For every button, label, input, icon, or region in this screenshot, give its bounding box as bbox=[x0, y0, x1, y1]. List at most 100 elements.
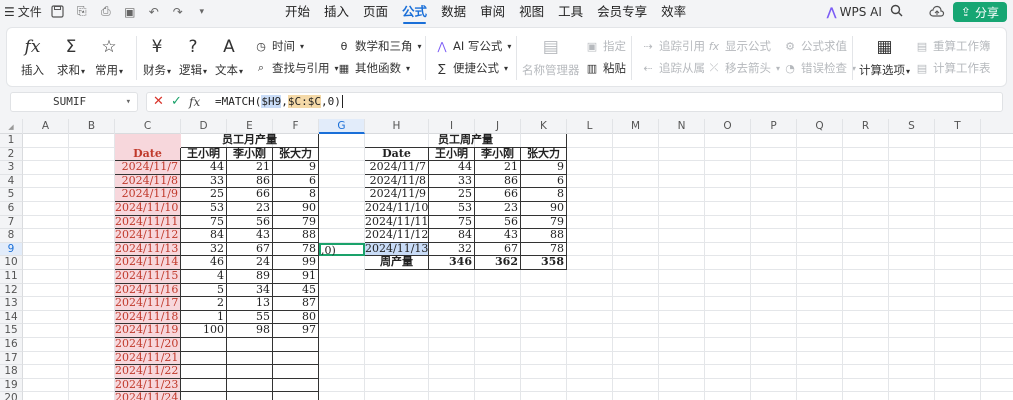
column-header-D[interactable]: D bbox=[181, 119, 227, 134]
column-header-A[interactable]: A bbox=[23, 119, 69, 134]
date-cell[interactable]: 2024/11/8 bbox=[115, 174, 181, 189]
name-box[interactable]: SUMIF ▾ bbox=[10, 92, 138, 112]
date-cell[interactable]: 2024/11/23 bbox=[115, 378, 181, 393]
undo-icon[interactable]: ↶ bbox=[146, 4, 162, 20]
menu-tab-9[interactable]: 效率 bbox=[654, 3, 693, 21]
column-header-S[interactable]: S bbox=[889, 119, 935, 134]
date-cell[interactable]: 2024/11/22 bbox=[115, 365, 181, 379]
finance-functions-button[interactable]: ¥ 财务▾ bbox=[143, 36, 171, 78]
value-cell[interactable]: 79 bbox=[273, 215, 319, 230]
table-header[interactable]: 李小刚 bbox=[475, 147, 521, 162]
value-cell[interactable] bbox=[181, 378, 227, 393]
value-cell[interactable]: 1 bbox=[181, 310, 227, 325]
column-header-M[interactable]: M bbox=[613, 119, 659, 134]
common-functions-button[interactable]: ☆ 常用▾ bbox=[95, 36, 123, 78]
evaluate-formula-button[interactable]: ⚙ 公式求值 bbox=[783, 38, 847, 54]
spreadsheet-grid[interactable]: ◢ ABCDEFGHIJKLMNOPQRST 1 2 3 4 5 6 7 8 9 10 11 12 13… bbox=[0, 119, 1013, 400]
time-functions-button[interactable]: ◷ 时间 ▾ bbox=[254, 38, 304, 54]
print-icon[interactable]: ⎙ bbox=[98, 4, 114, 20]
select-all-corner[interactable]: ◢ bbox=[0, 119, 23, 134]
trace-dependents-button[interactable]: ⇠ 追踪从属 bbox=[641, 60, 705, 76]
table-header[interactable]: Date bbox=[115, 147, 181, 162]
value-cell[interactable]: 25 bbox=[181, 188, 227, 202]
value-cell[interactable]: 6 bbox=[273, 174, 319, 189]
value-cell[interactable] bbox=[227, 365, 273, 379]
value-cell[interactable]: 44 bbox=[181, 161, 227, 175]
quick-formula-button[interactable]: ∑ 便捷公式 ▾ bbox=[435, 60, 508, 76]
value-cell[interactable] bbox=[273, 338, 319, 352]
calculation-options-button[interactable]: ▦ 计算选项▾ bbox=[859, 36, 910, 78]
remove-arrows-button[interactable]: ⤫ 移去箭头 ▾ bbox=[707, 60, 780, 76]
row-header-11[interactable]: 11 bbox=[0, 270, 23, 284]
confirm-icon[interactable]: ✓ bbox=[171, 93, 182, 111]
value-cell[interactable]: 21 bbox=[475, 161, 521, 175]
value-cell[interactable]: 56 bbox=[227, 215, 273, 230]
chevron-down-icon[interactable]: ▾ bbox=[194, 4, 210, 20]
wps-ai-menu[interactable]: ⋀ WPS AI bbox=[827, 5, 882, 19]
value-cell[interactable] bbox=[181, 392, 227, 400]
error-check-button[interactable]: ◔ 错误检查 ▾ bbox=[783, 60, 856, 76]
cell-pink[interactable] bbox=[115, 134, 181, 148]
value-cell[interactable]: 67 bbox=[475, 242, 521, 257]
column-header-H[interactable]: H bbox=[365, 119, 429, 134]
date-cell[interactable]: 2024/11/21 bbox=[115, 351, 181, 366]
value-cell[interactable]: 13 bbox=[227, 297, 273, 311]
menu-tab-6[interactable]: 视图 bbox=[512, 3, 551, 21]
value-cell[interactable]: 78 bbox=[521, 242, 567, 257]
value-cell[interactable] bbox=[273, 351, 319, 366]
name-manager-button[interactable]: ▤ 名称管理器 bbox=[522, 36, 580, 78]
value-cell[interactable]: 87 bbox=[273, 297, 319, 311]
value-cell[interactable]: 44 bbox=[429, 161, 475, 175]
date-cell[interactable]: 2024/11/12 bbox=[365, 229, 429, 243]
value-cell[interactable]: 100 bbox=[181, 324, 227, 338]
total-cell[interactable]: 358 bbox=[521, 256, 567, 270]
value-cell[interactable]: 43 bbox=[475, 229, 521, 243]
logic-functions-button[interactable]: ? 逻辑▾ bbox=[179, 36, 207, 78]
value-cell[interactable]: 98 bbox=[227, 324, 273, 338]
date-cell[interactable]: 2024/11/17 bbox=[115, 297, 181, 311]
value-cell[interactable] bbox=[227, 338, 273, 352]
column-header-T[interactable]: T bbox=[935, 119, 981, 134]
row-header-4[interactable]: 4 bbox=[0, 174, 23, 189]
file-menu[interactable]: ☰ 文件 bbox=[4, 3, 42, 20]
value-cell[interactable]: 4 bbox=[181, 269, 227, 284]
row-header-2[interactable]: 2 bbox=[0, 147, 23, 162]
value-cell[interactable]: 5 bbox=[181, 283, 227, 298]
menu-tab-5[interactable]: 审阅 bbox=[473, 3, 512, 21]
print-preview-icon[interactable]: ▣ bbox=[122, 4, 138, 20]
total-cell[interactable]: 346 bbox=[429, 256, 475, 270]
value-cell[interactable]: 66 bbox=[227, 188, 273, 202]
row-header-3[interactable]: 3 bbox=[0, 161, 23, 175]
value-cell[interactable]: 43 bbox=[227, 229, 273, 243]
value-cell[interactable] bbox=[227, 351, 273, 366]
row-header-7[interactable]: 7 bbox=[0, 215, 23, 230]
column-header-O[interactable]: O bbox=[705, 119, 751, 134]
row-header-16[interactable]: 16 bbox=[0, 338, 23, 352]
value-cell[interactable]: 78 bbox=[273, 242, 319, 257]
value-cell[interactable]: 88 bbox=[521, 229, 567, 243]
row-header-12[interactable]: 12 bbox=[0, 283, 23, 298]
date-cell[interactable]: 2024/11/18 bbox=[115, 310, 181, 325]
math-functions-button[interactable]: θ 数学和三角 ▾ bbox=[337, 38, 422, 54]
date-cell[interactable]: 2024/11/14 bbox=[115, 256, 181, 270]
value-cell[interactable] bbox=[273, 392, 319, 400]
insert-function-button[interactable]: fx 插入 bbox=[21, 36, 44, 78]
value-cell[interactable]: 32 bbox=[429, 242, 475, 257]
value-cell[interactable]: 25 bbox=[429, 188, 475, 202]
value-cell[interactable]: 75 bbox=[181, 215, 227, 230]
value-cell[interactable]: 23 bbox=[227, 201, 273, 216]
column-header-Q[interactable]: Q bbox=[797, 119, 843, 134]
date-cell[interactable]: 2024/11/15 bbox=[115, 269, 181, 284]
date-cell[interactable]: 2024/11/8 bbox=[365, 174, 429, 189]
value-cell[interactable]: 8 bbox=[521, 188, 567, 202]
date-cell[interactable]: 2024/11/16 bbox=[115, 283, 181, 298]
column-header-C[interactable]: C bbox=[115, 119, 181, 134]
column-header-P[interactable]: P bbox=[751, 119, 797, 134]
paste-name-button[interactable]: ▥ 粘贴 bbox=[585, 60, 626, 76]
redo-icon[interactable]: ↷ bbox=[170, 4, 186, 20]
menu-tab-7[interactable]: 工具 bbox=[551, 3, 590, 21]
value-cell[interactable]: 80 bbox=[273, 310, 319, 325]
value-cell[interactable]: 6 bbox=[521, 174, 567, 189]
date-cell[interactable]: 2024/11/10 bbox=[115, 201, 181, 216]
assign-name-button[interactable]: ▣ 指定 bbox=[585, 38, 626, 54]
